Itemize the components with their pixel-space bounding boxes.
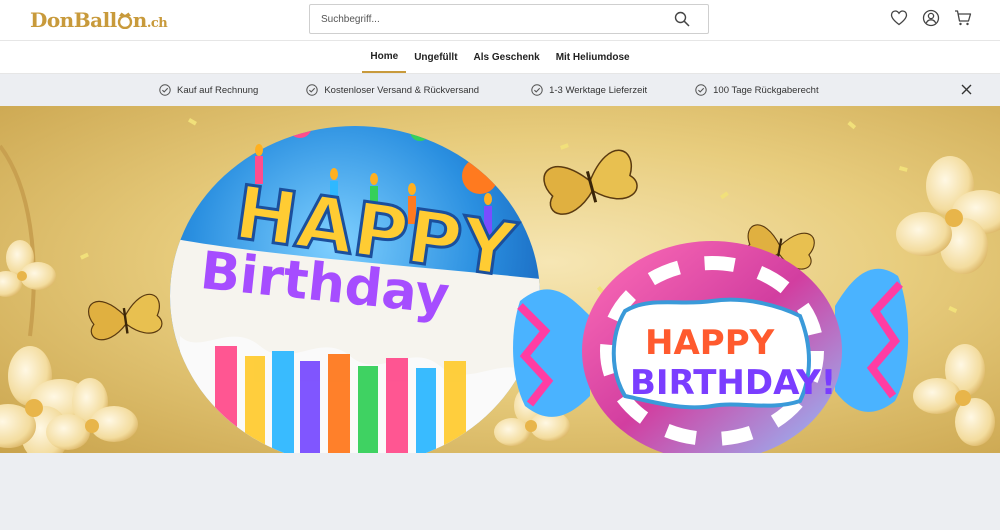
nav-item-als-geschenk[interactable]: Als Geschenk <box>466 41 548 73</box>
usp-label: Kostenloser Versand & Rückversand <box>324 84 480 96</box>
header-actions <box>890 9 972 27</box>
nav-item-home[interactable]: Home <box>362 41 407 73</box>
main-nav: Home Ungefüllt Als Geschenk Mit Heliumdo… <box>0 40 1000 74</box>
butterfly <box>543 149 638 215</box>
usp-bar: Kauf auf Rechnung Kostenloser Versand & … <box>0 74 1000 106</box>
balloon-right: HAPPY BIRTHDAY! <box>513 241 909 453</box>
user-icon[interactable] <box>922 9 940 27</box>
heart-icon[interactable] <box>890 9 908 27</box>
balloon-left: HAPPY Birthday <box>170 126 540 453</box>
usp-item: 100 Tage Rückgaberecht <box>695 84 819 96</box>
usp-item: Kauf auf Rechnung <box>159 84 258 96</box>
close-icon[interactable] <box>961 84 972 95</box>
search-box <box>309 4 709 34</box>
balloon-right-line2: BIRTHDAY! <box>630 363 836 403</box>
logo-tld: .ch <box>146 16 168 31</box>
crown-icon <box>117 12 132 29</box>
logo-text: DonBall <box>30 8 117 32</box>
content-area <box>0 453 1000 530</box>
cart-icon[interactable] <box>954 9 972 27</box>
site-header: DonBall n.ch <box>0 0 1000 40</box>
check-circle-icon <box>306 84 319 96</box>
usp-label: Kauf auf Rechnung <box>177 84 259 96</box>
usp-label: 100 Tage Rückgaberecht <box>713 84 819 96</box>
check-circle-icon <box>159 84 171 96</box>
nav-item-ungefuellt[interactable]: Ungefüllt <box>406 41 465 73</box>
hero-banner[interactable]: HAPPY Birthday HAPPY BIRTHDAY! <box>0 106 1000 453</box>
check-circle-icon <box>695 84 707 96</box>
usp-item: 1-3 Werktage Lieferzeit <box>531 84 647 96</box>
check-circle-icon <box>531 84 543 96</box>
logo[interactable]: DonBall n.ch <box>30 8 168 32</box>
search-icon[interactable] <box>674 11 690 27</box>
nav-item-mit-heliumdose[interactable]: Mit Heliumdose <box>548 41 638 73</box>
search-input[interactable] <box>310 5 660 33</box>
flower-left <box>0 144 138 453</box>
usp-item: Kostenloser Versand & Rückversand <box>306 84 479 96</box>
hero-illustration: HAPPY Birthday HAPPY BIRTHDAY! <box>0 118 1000 453</box>
butterfly <box>88 293 163 341</box>
usp-label: 1-3 Werktage Lieferzeit <box>549 84 648 96</box>
logo-text-after: n <box>132 8 148 32</box>
balloon-right-line1: HAPPY <box>645 323 775 363</box>
